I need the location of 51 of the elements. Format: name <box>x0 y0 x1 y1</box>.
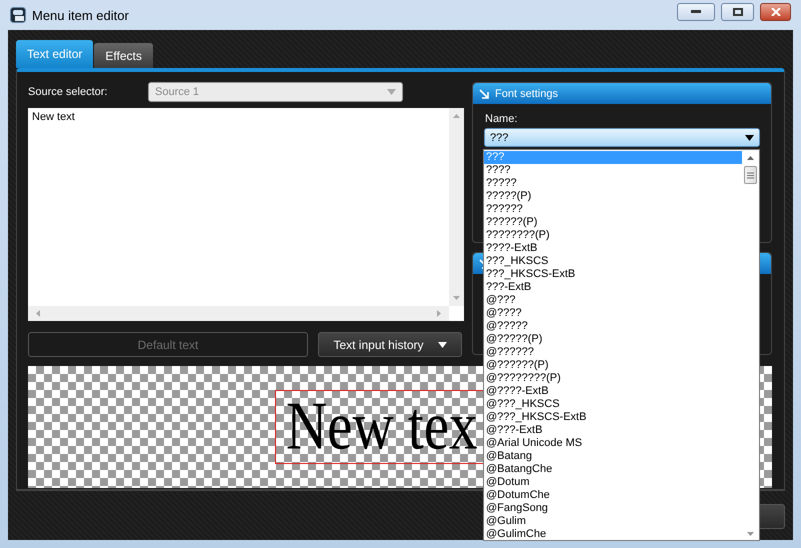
maximize-icon <box>732 8 742 16</box>
font-name-dropdown[interactable]: ??? <box>484 128 760 147</box>
font-option[interactable]: ???_HKSCS-ExtB <box>484 268 742 281</box>
close-button[interactable] <box>760 3 791 21</box>
font-option[interactable]: @???? <box>484 307 742 320</box>
font-option[interactable]: @?????(P) <box>484 333 742 346</box>
font-option[interactable]: @??????(P) <box>484 359 742 372</box>
scroll-down-icon[interactable] <box>453 296 460 300</box>
text-input[interactable]: New text <box>28 108 464 321</box>
font-option[interactable]: @????????(P) <box>484 372 742 385</box>
minimize-button[interactable] <box>677 3 715 21</box>
font-option[interactable]: ???_HKSCS <box>484 255 742 268</box>
vertical-scrollbar[interactable] <box>449 108 464 306</box>
font-option[interactable]: ???? <box>484 164 742 177</box>
font-option[interactable]: ?????(P) <box>484 190 742 203</box>
close-icon <box>770 8 780 16</box>
scroll-up-icon[interactable] <box>747 156 754 160</box>
font-option[interactable]: ???-ExtB <box>484 281 742 294</box>
minimize-icon <box>691 10 701 14</box>
font-option[interactable]: ????-ExtB <box>484 242 742 255</box>
font-option[interactable]: @GulimChe <box>484 528 742 541</box>
scroll-left-icon[interactable] <box>36 310 40 317</box>
tab[interactable]: Effects <box>94 43 153 68</box>
font-option[interactable]: @?????? <box>484 346 742 359</box>
scroll-right-icon[interactable] <box>437 310 441 317</box>
collapse-arrow-icon <box>479 88 489 98</box>
font-option[interactable]: ????????(P) <box>484 229 742 242</box>
scroll-down-icon[interactable] <box>747 532 754 536</box>
app-icon <box>10 7 26 23</box>
font-option[interactable]: @Gulim <box>484 515 742 528</box>
field-label: Name: <box>485 113 518 125</box>
history-menu-button[interactable]: Text input history <box>318 332 462 357</box>
caret-icon <box>387 89 396 95</box>
font-option[interactable]: @FangSong <box>484 502 742 515</box>
caret-icon <box>438 342 447 348</box>
horizontal-scrollbar[interactable] <box>28 306 449 321</box>
font-dropdown-menu[interactable] <box>483 149 760 541</box>
font-option[interactable]: @Dotum <box>484 476 742 489</box>
panel-header[interactable]: Font settings <box>473 83 771 104</box>
field-label: Source selector: <box>28 86 108 98</box>
caret-icon <box>745 134 754 140</box>
window-title: Menu item editor <box>32 8 129 22</box>
font-option[interactable]: ?????? <box>484 203 742 216</box>
font-option[interactable]: @DotumChe <box>484 489 742 502</box>
maximize-button[interactable] <box>721 3 754 21</box>
font-option[interactable]: ????? <box>484 177 742 190</box>
font-option[interactable]: @????? <box>484 320 742 333</box>
scroll-thumb[interactable] <box>744 166 757 184</box>
font-option[interactable]: @??? <box>484 294 742 307</box>
font-option[interactable]: @BatangChe <box>484 463 742 476</box>
font-option[interactable]: ??????(P) <box>484 216 742 229</box>
